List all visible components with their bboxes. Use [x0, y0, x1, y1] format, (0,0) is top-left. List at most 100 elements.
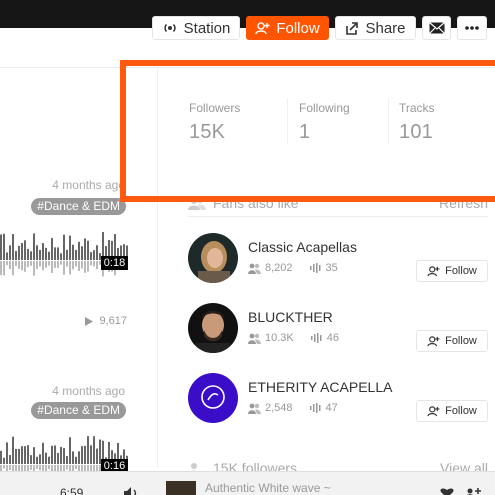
- track-age: 4 months ago: [52, 384, 125, 398]
- waveform-bar: [69, 261, 71, 275]
- waveform-bar: [93, 261, 95, 267]
- waveform-bar: [9, 465, 11, 470]
- waveform-bar: [33, 447, 35, 464]
- waveform-bar: [12, 436, 14, 464]
- waveform-bar: [24, 240, 26, 260]
- waveform-bar: [87, 261, 89, 272]
- waveform-bar: [33, 261, 35, 276]
- waveform-bar: [51, 238, 53, 260]
- station-label: Station: [183, 19, 231, 37]
- waveform-bar: [48, 261, 50, 266]
- artist-name[interactable]: ETHERITY ACAPELLA: [248, 379, 392, 395]
- waveform-bar: [3, 261, 5, 276]
- add-user-icon: [427, 265, 440, 276]
- waveform-bar: [36, 465, 38, 469]
- track-title[interactable]: Authentic White wave ~: [205, 481, 331, 495]
- waveform-bar: [48, 456, 50, 464]
- tracks-count: 46: [326, 332, 339, 344]
- genre-tag[interactable]: #Dance & EDM: [31, 198, 126, 215]
- waveform-bar: [66, 261, 68, 267]
- follow-artist-button[interactable]: Follow: [416, 400, 488, 422]
- artist-name[interactable]: Classic Acapellas: [248, 239, 357, 255]
- waveform-bar: [72, 451, 74, 464]
- waveform-bar: [57, 261, 59, 268]
- waveform-bar: [66, 465, 68, 470]
- heart-icon[interactable]: [440, 488, 454, 495]
- waveform-bar: [27, 445, 29, 464]
- follow-label: Follow: [445, 405, 477, 417]
- waveform-bar: [39, 465, 41, 471]
- waveform-bar: [84, 261, 86, 273]
- waveform-bar: [66, 456, 68, 464]
- avatar[interactable]: [188, 373, 238, 423]
- tracks-count: 35: [325, 262, 338, 274]
- follow-label: Follow: [445, 265, 477, 277]
- waveform-bar: [12, 234, 14, 260]
- artist-stats: 8,202 35: [248, 262, 338, 274]
- follow-artist-icon[interactable]: [465, 488, 481, 495]
- waveform-bar: [3, 457, 5, 464]
- followers-count: 2,548: [265, 402, 293, 414]
- waveform-bar: [30, 465, 32, 470]
- waveform-bar: [96, 448, 98, 464]
- share-icon: [346, 21, 359, 35]
- more-button[interactable]: [457, 16, 487, 40]
- waveform-bar: [63, 448, 65, 464]
- waveform-bar: [6, 261, 8, 266]
- waveform-bar: [6, 252, 8, 260]
- follow-artist-button[interactable]: Follow: [416, 330, 488, 352]
- genre-tag[interactable]: #Dance & EDM: [31, 402, 126, 419]
- waveform-bar: [15, 261, 17, 266]
- waveform-bar: [81, 261, 83, 269]
- waveform-bar: [54, 247, 56, 260]
- waveform-bar: [45, 452, 47, 464]
- waveform-bar: [90, 445, 92, 464]
- avatar[interactable]: [188, 233, 238, 283]
- fan-item: BLUCKTHER 10.3K 46 Follow: [188, 303, 488, 353]
- station-button[interactable]: Station: [152, 16, 240, 40]
- track-artwork[interactable]: [166, 481, 196, 495]
- waveform-bar: [93, 436, 95, 464]
- play-count-value: 9,617: [99, 315, 127, 327]
- waveform-bar: [36, 261, 38, 270]
- waveform-bar: [96, 245, 98, 260]
- waveform-bar: [6, 442, 8, 464]
- waveform-bar: [30, 251, 32, 260]
- waveform-bar: [72, 261, 74, 270]
- waveform-bar: [0, 261, 2, 276]
- waveform-bar: [0, 234, 2, 260]
- share-button[interactable]: Share: [335, 16, 416, 40]
- waveform-bar: [69, 437, 71, 464]
- waveform-bar: [54, 261, 56, 268]
- waveform-bar: [81, 446, 83, 464]
- waveform-bar: [75, 261, 77, 267]
- waveform-bar: [69, 235, 71, 260]
- follow-button[interactable]: Follow: [246, 16, 329, 40]
- waveform-bar: [57, 453, 59, 464]
- waveform-bar: [21, 242, 23, 260]
- playback-time: 6:59: [60, 486, 84, 495]
- waveform-bar: [63, 261, 65, 275]
- waveform-bar: [90, 261, 92, 266]
- waveform-bar: [72, 244, 74, 260]
- tracks-icon: [310, 333, 322, 343]
- waveform-bar: [24, 446, 26, 464]
- volume-icon[interactable]: [124, 487, 140, 495]
- waveform-bar: [36, 245, 38, 260]
- waveform-bar: [84, 445, 86, 464]
- waveform-bar: [51, 445, 53, 464]
- waveform-bar: [3, 465, 5, 469]
- avatar[interactable]: [188, 303, 238, 353]
- message-button[interactable]: [422, 16, 451, 40]
- tracks-count: 47: [325, 402, 338, 414]
- waveform-bar: [9, 455, 11, 464]
- waveform-bar: [3, 233, 5, 260]
- waveform-bar: [78, 261, 80, 271]
- followers-count: 10.3K: [265, 332, 294, 344]
- waveform-bar: [9, 261, 11, 270]
- follow-artist-button[interactable]: Follow: [416, 260, 488, 282]
- waveform-bar: [12, 261, 14, 276]
- waveform-bar: [75, 249, 77, 260]
- artist-name[interactable]: BLUCKTHER: [248, 309, 333, 325]
- waveform-bar: [66, 249, 68, 260]
